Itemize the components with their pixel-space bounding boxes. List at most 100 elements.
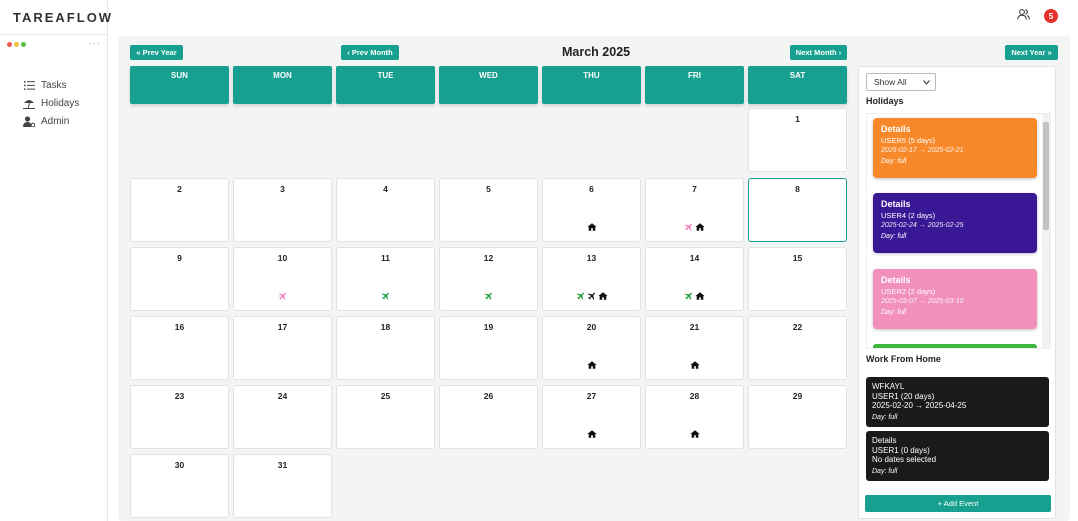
home-icon[interactable] [586, 219, 597, 237]
holiday-card[interactable]: Details USER4 (2 days) 2025-02-24 → 2025… [873, 193, 1037, 253]
calendar-day-cell[interactable]: 1 [748, 108, 847, 172]
calendar-day-cell[interactable]: 3 [233, 178, 332, 242]
day-number: 13 [586, 253, 597, 263]
day-number: 30 [174, 460, 185, 470]
wfh-title: Work From Home [866, 354, 941, 364]
sidebar-item-label: Tasks [41, 79, 67, 91]
card-title: Details [881, 124, 911, 134]
card-dates: 2025-02-24 → 2025-02-25 [881, 222, 964, 229]
calendar-day-cell[interactable]: 19 [439, 316, 538, 380]
plane-icon[interactable] [484, 288, 494, 306]
day-number: 14 [689, 253, 700, 263]
more-icon[interactable]: ··· [88, 38, 101, 49]
calendar-day-cell[interactable]: 29 [748, 385, 847, 449]
holidays-list[interactable]: Details USER5 (5 days) 2025-02-17 → 2025… [866, 113, 1051, 349]
calendar-day-cell[interactable]: 31 [233, 454, 332, 518]
card-title: Details [872, 436, 897, 445]
event-icons [543, 288, 640, 306]
scrollbar[interactable] [1042, 114, 1050, 348]
card-user: USER4 (2 days) [881, 211, 936, 220]
home-icon[interactable] [695, 288, 705, 306]
day-number: 5 [486, 184, 491, 194]
brand-logo: TAREAFLOW [13, 10, 114, 25]
calendar-day-cell[interactable]: 14 [645, 247, 744, 311]
card-user: USER5 (5 days) [881, 136, 936, 145]
sidebar-item-admin[interactable]: Admin [22, 112, 79, 130]
green-dot-icon [21, 42, 26, 47]
calendar-day-cell[interactable]: 28 [645, 385, 744, 449]
calendar-day-cell[interactable]: 13 [542, 247, 641, 311]
calendar-day-cell[interactable]: 16 [130, 316, 229, 380]
users-icon[interactable] [1017, 7, 1030, 25]
sidebar-item-holidays[interactable]: Holidays [22, 94, 79, 112]
calendar-day-cell[interactable]: 10 [233, 247, 332, 311]
calendar-day-cell[interactable]: 23 [130, 385, 229, 449]
home-icon[interactable] [586, 426, 597, 444]
notification-badge[interactable]: 5 [1044, 9, 1058, 23]
calendar-day-cell[interactable]: 27 [542, 385, 641, 449]
calendar-day-cell[interactable]: 15 [748, 247, 847, 311]
calendar-day-cell[interactable]: 8 [748, 178, 847, 242]
calendar-day-cell[interactable]: 21 [645, 316, 744, 380]
add-event-button[interactable]: + Add Event [865, 495, 1051, 512]
calendar-day-cell[interactable]: 9 [130, 247, 229, 311]
home-icon[interactable] [695, 219, 705, 237]
prev-year-button[interactable]: « Prev Year [130, 45, 183, 60]
plane-icon[interactable] [278, 288, 288, 306]
calendar-day-cell[interactable]: 17 [233, 316, 332, 380]
plane-icon[interactable] [587, 288, 597, 306]
scrollbar-thumb[interactable] [1043, 122, 1049, 230]
event-icons [646, 357, 743, 375]
calendar-day-cell[interactable]: 7 [645, 178, 744, 242]
calendar-day-cell[interactable]: 4 [336, 178, 435, 242]
holidays-title: Holidays [866, 96, 904, 106]
day-number: 23 [174, 391, 185, 401]
weekday-header: TUE [336, 66, 435, 104]
day-number: 2 [177, 184, 182, 194]
holiday-card[interactable]: Details USER2 (2 days) 2025-03-07 → 2025… [873, 269, 1037, 329]
calendar-day-cell[interactable]: 24 [233, 385, 332, 449]
sidebar-item-label: Holidays [41, 97, 80, 109]
calendar-day-cell[interactable]: 5 [439, 178, 538, 242]
day-number: 7 [692, 184, 697, 194]
plane-icon[interactable] [381, 288, 391, 306]
card-day: Day: full [872, 413, 898, 421]
calendar-day-cell[interactable]: 25 [336, 385, 435, 449]
home-icon[interactable] [597, 288, 608, 306]
calendar-day-cell[interactable]: 11 [336, 247, 435, 311]
holiday-card[interactable]: Details USER5 (5 days) 2025-02-17 → 2025… [873, 118, 1037, 178]
beach-umbrella-icon [22, 97, 36, 109]
event-icons [234, 288, 331, 306]
wfh-card[interactable]: Details USER1 (0 days) No dates selected… [866, 431, 1049, 481]
wfh-card[interactable]: WFKAYL USER1 (20 days) 2025-02-20 → 2025… [866, 377, 1049, 427]
plane-icon[interactable] [576, 288, 586, 306]
calendar-day-cell[interactable]: 22 [748, 316, 847, 380]
plane-icon[interactable] [684, 288, 694, 306]
prev-month-button[interactable]: ‹ Prev Month [341, 45, 399, 60]
day-number: 28 [689, 391, 700, 401]
calendar-day-cell[interactable]: 26 [439, 385, 538, 449]
calendar-day-cell[interactable]: 2 [130, 178, 229, 242]
day-number: 27 [586, 391, 597, 401]
home-icon[interactable] [586, 357, 597, 375]
day-number: 9 [177, 253, 182, 263]
calendar-day-cell[interactable]: 18 [336, 316, 435, 380]
filter-select[interactable]: Show All [866, 73, 936, 91]
day-number: 12 [483, 253, 494, 263]
calendar-day-cell[interactable]: 20 [542, 316, 641, 380]
home-icon[interactable] [689, 426, 700, 444]
weekday-header: THU [542, 66, 641, 104]
next-month-button[interactable]: Next Month › [790, 45, 847, 60]
weekday-header: MON [233, 66, 332, 104]
calendar-day-cell[interactable]: 12 [439, 247, 538, 311]
day-number: 25 [380, 391, 391, 401]
sidebar-item-tasks[interactable]: Tasks [22, 76, 79, 94]
next-year-button[interactable]: Next Year » [1005, 45, 1058, 60]
calendar-day-cell[interactable]: 30 [130, 454, 229, 518]
day-number: 15 [792, 253, 803, 263]
calendar-day-cell[interactable]: 6 [542, 178, 641, 242]
home-icon[interactable] [689, 357, 700, 375]
holiday-card-partial[interactable] [873, 344, 1037, 348]
plane-icon[interactable] [684, 219, 694, 237]
day-number: 8 [795, 184, 800, 194]
